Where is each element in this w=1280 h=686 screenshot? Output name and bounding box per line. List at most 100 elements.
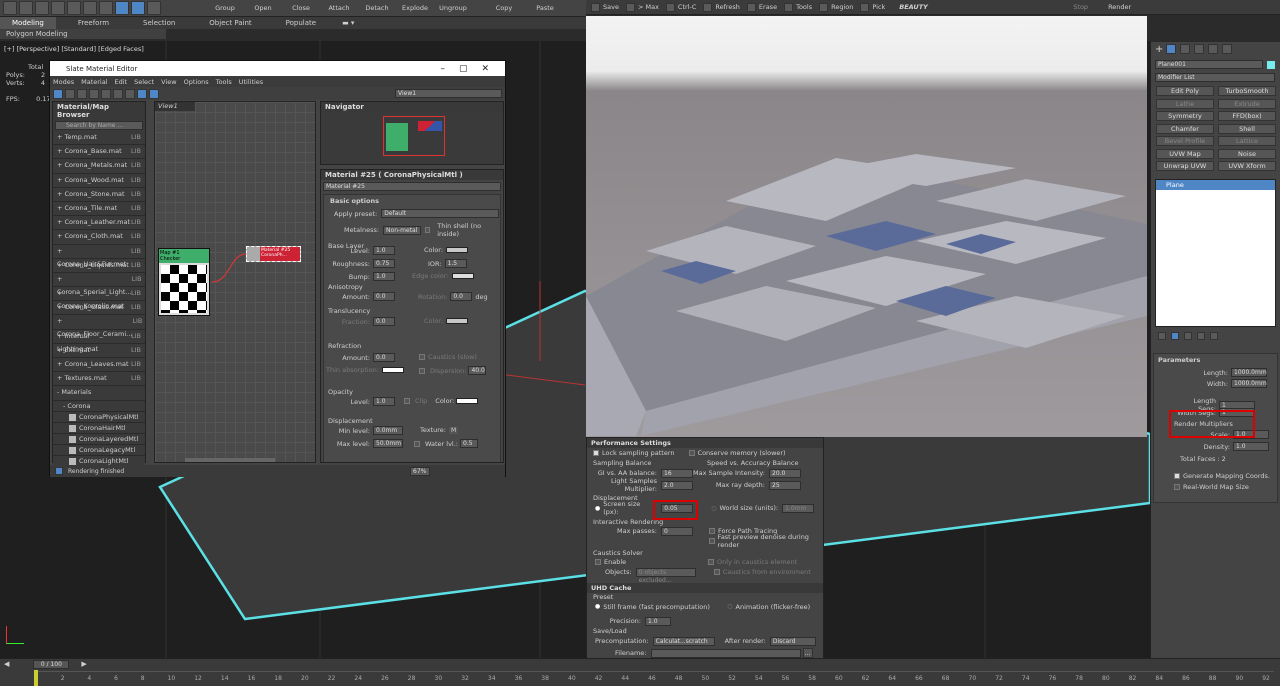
water-lvl-field[interactable]: 0.5 [460, 439, 478, 448]
animation-radio[interactable]: ○ [727, 603, 732, 610]
op-color-swatch[interactable] [456, 398, 479, 404]
zoom-field[interactable]: 67% [410, 466, 430, 476]
rotation-field[interactable]: 0.0 [450, 292, 473, 301]
water-lvl-checkbox[interactable] [414, 440, 420, 447]
edge-color-swatch[interactable] [451, 273, 474, 279]
time-slider[interactable]: 0 / 100 [33, 659, 70, 669]
library-item[interactable]: + Corona_Cloth.mat LIB [53, 230, 145, 245]
width-field[interactable]: 1000.0mm [1231, 379, 1267, 388]
tab-freeform[interactable]: Freeform [66, 17, 121, 29]
mirror-icon[interactable] [147, 1, 161, 15]
world-size-field[interactable]: 1.0mm [782, 503, 815, 513]
ref-amount-field[interactable]: 0.0 [373, 353, 395, 362]
gi-aa-field[interactable]: 16 [661, 468, 693, 478]
menu-modes[interactable]: Modes [53, 78, 74, 86]
layout-children-icon[interactable] [149, 88, 159, 99]
max-sample-field[interactable]: 20.0 [769, 468, 801, 478]
library-item[interactable]: + Corona_Base.mat LIB [53, 145, 145, 160]
create-tab-icon[interactable]: + [1155, 44, 1163, 55]
tab-populate[interactable]: Populate [274, 17, 328, 29]
render-frame[interactable] [586, 16, 1147, 437]
select-move-icon[interactable] [3, 1, 17, 15]
vfb-tools-button[interactable]: Tools [783, 2, 812, 13]
vfb-ctrlc-button[interactable]: Ctrl-C [665, 2, 696, 13]
dispersion-checkbox[interactable] [419, 367, 425, 374]
motion-tab-icon[interactable] [1194, 44, 1205, 54]
precomputation-select[interactable]: Calculat...scratch [652, 636, 715, 646]
prev-frame-icon[interactable]: ◀ [4, 660, 9, 668]
thin-shell-checkbox[interactable] [424, 227, 431, 233]
modifier-button[interactable]: UVW Xform [1218, 161, 1276, 171]
corona-section[interactable]: - Corona [53, 400, 145, 412]
scale-icon[interactable] [35, 1, 49, 15]
caustics-enable-checkbox[interactable] [595, 559, 601, 565]
delete-icon[interactable] [89, 88, 99, 99]
basic-options-title[interactable]: Basic options [324, 195, 500, 207]
clip-checkbox[interactable] [404, 398, 410, 404]
remove-modifier-icon[interactable] [1197, 332, 1205, 340]
toolbar-ungroup-button[interactable]: Ungroup [434, 4, 472, 12]
world-size-radio[interactable]: ○ [711, 505, 716, 512]
toolbar-group-button[interactable]: Group [206, 4, 244, 12]
library-item[interactable]: + Corona_Glass.mat LIB [53, 301, 145, 316]
trans-color-swatch[interactable] [446, 318, 469, 324]
length-field[interactable]: 1000.0mm [1231, 368, 1267, 377]
dispersion-field[interactable]: 40.0 [468, 366, 487, 375]
ior-field[interactable]: 1.5 [444, 259, 467, 268]
density-field[interactable]: 1.0 [1233, 442, 1269, 451]
modifier-button[interactable]: FFD(box) [1218, 111, 1276, 121]
library-item[interactable]: + Corona_Floor_Cerami... LIB [53, 315, 145, 338]
caustics-checkbox[interactable] [419, 354, 425, 360]
material-item[interactable]: CoronaLegacyMtl [53, 444, 145, 456]
stop-button[interactable]: Stop [1073, 3, 1088, 11]
filename-field[interactable] [650, 648, 801, 658]
bump-field[interactable]: 1.0 [373, 272, 395, 281]
nav-preview[interactable] [383, 116, 445, 156]
modifier-button[interactable]: Unwrap UVW [1156, 161, 1214, 171]
modifier-button[interactable]: Noise [1218, 148, 1276, 159]
toolbar-detach-button[interactable]: Detach [358, 4, 396, 12]
select-icon[interactable] [51, 1, 65, 15]
modifier-button[interactable]: Shell [1218, 123, 1276, 134]
modifier-button[interactable]: Extrude [1218, 98, 1276, 109]
lasso-icon[interactable] [83, 1, 97, 15]
menu-view[interactable]: View [161, 78, 176, 86]
amount-field[interactable]: 0.0 [373, 292, 395, 301]
toolbar-explode-button[interactable]: Explode [396, 4, 434, 12]
object-name-field[interactable]: Plane001 [1155, 60, 1263, 69]
base-color-swatch[interactable] [446, 247, 469, 253]
vfb-region-button[interactable]: Region [818, 2, 853, 13]
show-end-result-icon[interactable] [1171, 332, 1179, 340]
vfb-save-button[interactable]: Save [590, 2, 619, 13]
library-item[interactable]: + Corona_Hair&Fur.mat LIB [53, 244, 145, 268]
vfb-refresh-button[interactable]: Refresh [702, 2, 740, 13]
library-item[interactable]: + Corona_Liquids.mat LIB [53, 258, 145, 273]
tab-modeling[interactable]: Modeling [0, 17, 56, 29]
hierarchy-tab-icon[interactable] [1180, 44, 1191, 54]
library-item[interactable]: + Textures.mat LIB [53, 372, 145, 387]
max-ray-field[interactable]: 25 [769, 480, 801, 490]
gen-coords-checkbox[interactable] [1174, 473, 1180, 479]
material-item[interactable]: CoronaHairMtl [53, 422, 145, 434]
lock-sampling-checkbox[interactable] [593, 450, 599, 456]
screen-size-radio[interactable]: ● [595, 505, 600, 512]
browse-button[interactable]: ... [802, 648, 813, 658]
real-world-checkbox[interactable] [1174, 484, 1180, 490]
uhd-title[interactable]: UHD Cache [587, 583, 823, 593]
utilities-tab-icon[interactable] [1222, 44, 1233, 54]
percent-snap-icon[interactable] [131, 1, 145, 15]
toolbar-close-button[interactable]: Close [282, 4, 320, 12]
level-field[interactable]: 1.0 [373, 246, 395, 255]
library-item[interactable]: + Temp.mat LIB [53, 131, 145, 146]
menu-tools[interactable]: Tools [216, 78, 232, 86]
materials-section[interactable]: - Materials [53, 386, 145, 401]
light-samples-field[interactable]: 2.0 [661, 480, 693, 490]
fast-preview-checkbox[interactable] [709, 538, 715, 544]
library-item[interactable]: + Internal Lighting.mat LIB [53, 329, 145, 353]
modifier-button[interactable]: UVW Map [1156, 148, 1214, 159]
apply-preset-select[interactable]: Default [381, 209, 500, 218]
menu-edit[interactable]: Edit [115, 78, 128, 86]
force-path-checkbox[interactable] [709, 528, 715, 534]
precision-field[interactable]: 1.0 [645, 616, 671, 626]
node-view[interactable]: View1 Map #1 Checker Material #25 Corona… [154, 101, 316, 463]
